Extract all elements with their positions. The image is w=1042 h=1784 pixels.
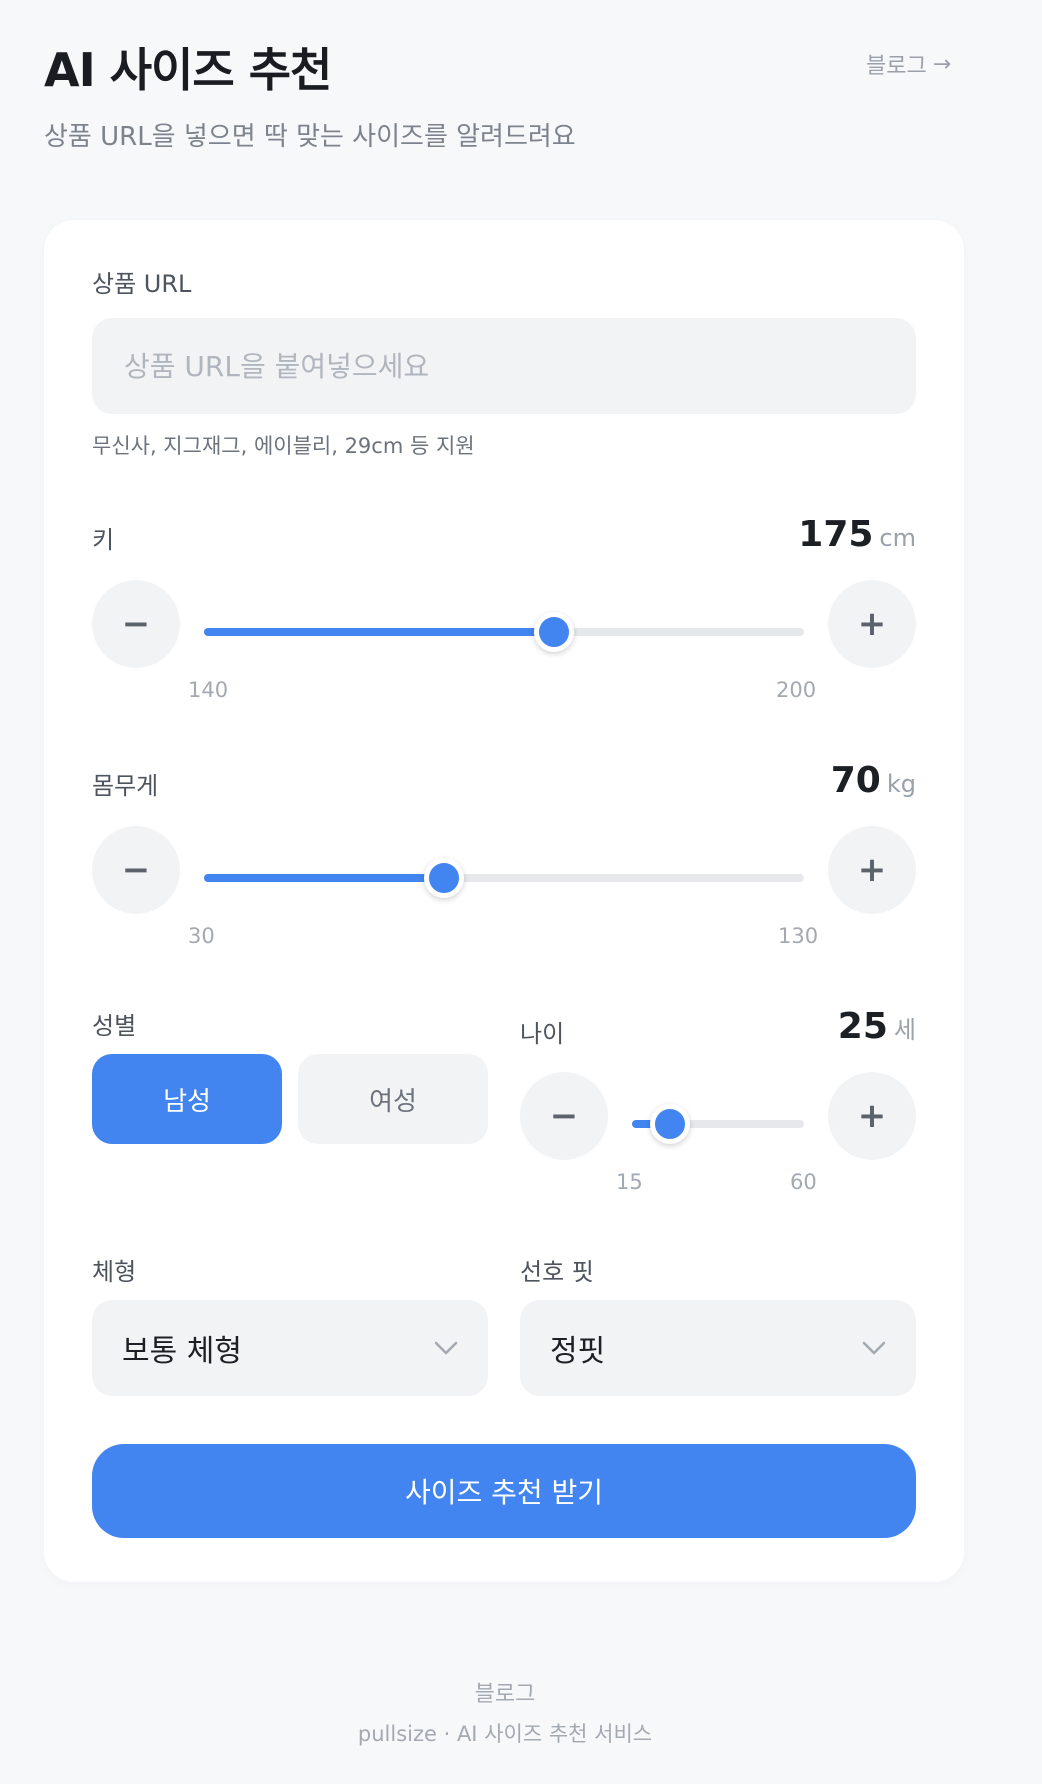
fit-selected: 정핏 — [550, 1334, 606, 1369]
weight-slider-fill — [204, 874, 444, 882]
age-unit: 세 — [893, 1016, 916, 1044]
height-unit: cm — [879, 524, 916, 552]
height-value-display: 175 cm — [798, 514, 916, 555]
blog-link-label: 블로그 — [866, 54, 927, 79]
height-slider-thumb[interactable] — [534, 612, 574, 652]
body-type-label: 체형 — [92, 1258, 137, 1286]
weight-decrease-button[interactable]: − — [92, 826, 180, 914]
submit-button[interactable]: 사이즈 추천 받기 — [92, 1444, 916, 1538]
body-type-selected: 보통 체형 — [122, 1334, 242, 1369]
arrow-right-icon: → — [932, 51, 952, 77]
page: AI 사이즈 추천 블로그 → 상품 URL을 넣으면 딱 맞는 사이즈를 알려… — [0, 0, 1042, 1784]
body-type-select[interactable]: 보통 체형 — [92, 1300, 488, 1396]
minus-icon: − — [121, 604, 151, 644]
recommend-form-card: 상품 URL 무신사, 지그재그, 에이블리, 29cm 등 지원 키 175 … — [44, 220, 964, 1582]
weight-value-display: 70 kg — [831, 760, 916, 801]
chevron-down-icon — [434, 1341, 458, 1355]
chevron-down-icon — [862, 1341, 886, 1355]
fit-label: 선호 핏 — [520, 1258, 594, 1286]
gender-label: 성별 — [92, 1012, 137, 1040]
minus-icon: − — [121, 850, 151, 890]
page-subtitle: 상품 URL을 넣으면 딱 맞는 사이즈를 알려드려요 — [44, 122, 576, 152]
height-min-label: 140 — [188, 678, 229, 702]
fit-select[interactable]: 정핏 — [520, 1300, 916, 1396]
height-max-label: 200 — [776, 678, 817, 702]
age-value: 25 — [837, 1006, 888, 1047]
plus-icon: + — [857, 850, 887, 890]
age-decrease-button[interactable]: − — [520, 1072, 608, 1160]
blog-link[interactable]: 블로그 → — [866, 48, 951, 80]
weight-slider[interactable] — [204, 858, 804, 898]
age-slider[interactable] — [632, 1104, 804, 1144]
weight-slider-thumb[interactable] — [424, 858, 464, 898]
height-increase-button[interactable]: + — [828, 580, 916, 668]
height-slider-fill — [204, 628, 554, 636]
url-helper-text: 무신사, 지그재그, 에이블리, 29cm 등 지원 — [92, 434, 475, 458]
page-title: AI 사이즈 추천 — [44, 43, 332, 97]
plus-icon: + — [857, 1096, 887, 1136]
height-slider[interactable] — [204, 612, 804, 652]
url-input[interactable] — [92, 318, 916, 414]
weight-min-label: 30 — [188, 924, 215, 948]
gender-female-button[interactable]: 여성 — [298, 1054, 488, 1144]
weight-value: 70 — [830, 760, 881, 801]
url-label: 상품 URL — [92, 270, 192, 298]
plus-icon: + — [857, 604, 887, 644]
age-max-label: 60 — [790, 1170, 817, 1194]
age-slider-thumb[interactable] — [650, 1104, 691, 1144]
gender-male-button[interactable]: 남성 — [92, 1054, 282, 1144]
age-value-display: 25 세 — [838, 1006, 916, 1047]
weight-unit: kg — [886, 770, 916, 798]
weight-increase-button[interactable]: + — [828, 826, 916, 914]
footer-text: pullsize · AI 사이즈 추천 서비스 — [357, 1722, 653, 1746]
footer-blog-link[interactable]: 블로그 — [0, 1676, 1010, 1708]
height-decrease-button[interactable]: − — [92, 580, 180, 668]
age-label: 나이 — [520, 1020, 565, 1048]
age-increase-button[interactable]: + — [828, 1072, 916, 1160]
height-label: 키 — [92, 526, 115, 554]
weight-label: 몸무게 — [92, 772, 159, 800]
minus-icon: − — [549, 1096, 579, 1136]
height-value: 175 — [798, 514, 874, 555]
weight-max-label: 130 — [778, 924, 819, 948]
age-min-label: 15 — [616, 1170, 643, 1194]
